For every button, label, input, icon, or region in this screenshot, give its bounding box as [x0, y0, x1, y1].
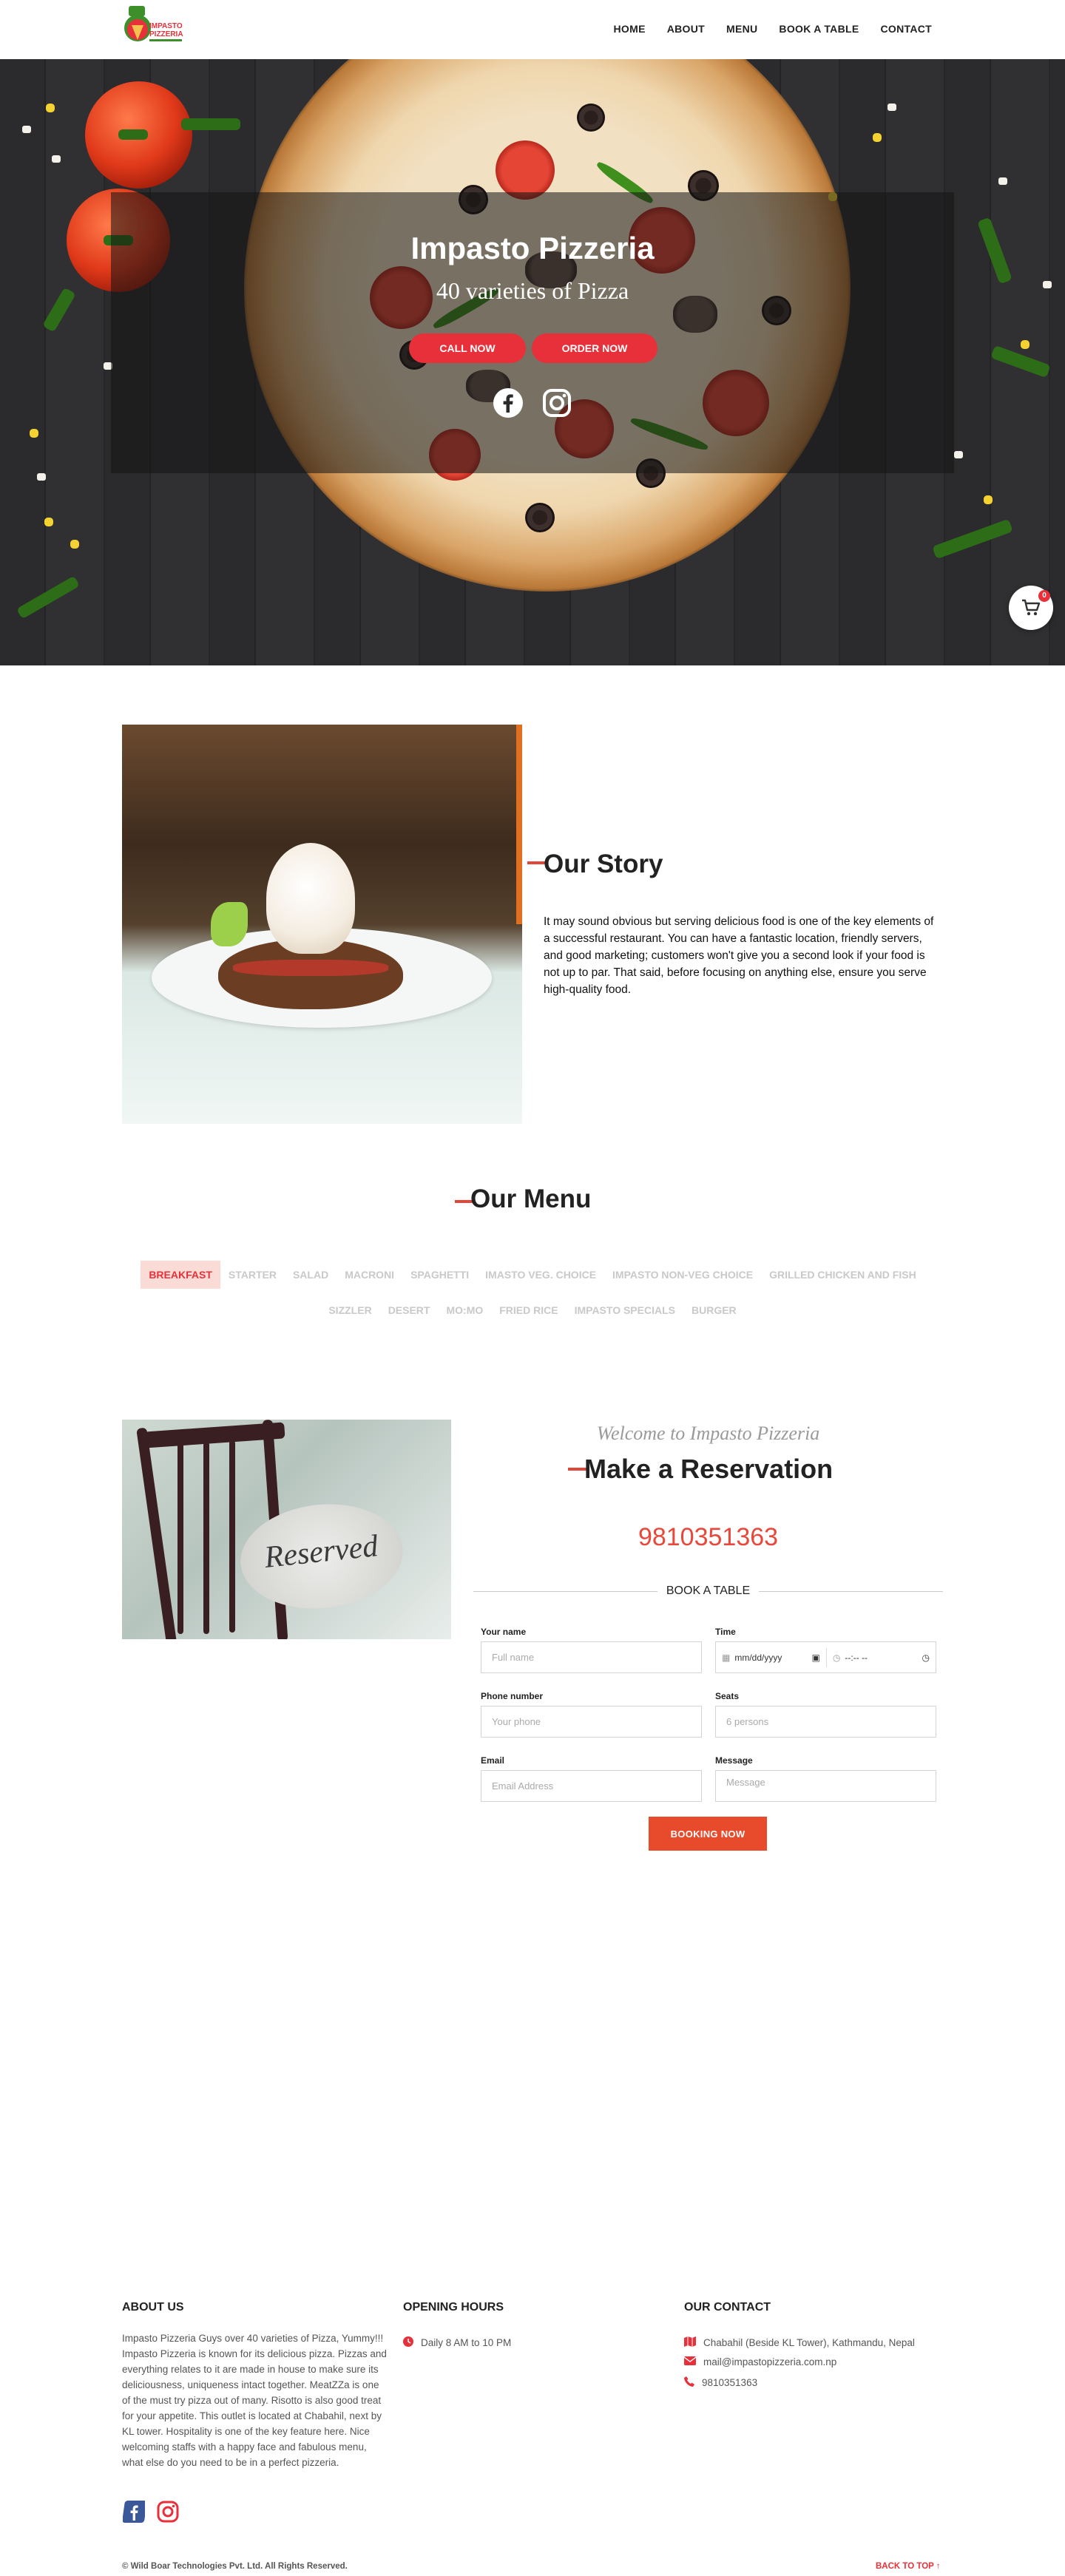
reservation-title: Make a Reservation	[584, 1454, 834, 1484]
email-label: Email	[481, 1755, 505, 1766]
menu-tab-macroni[interactable]: MACRONI	[337, 1261, 402, 1289]
clock-icon: ◷	[832, 1652, 841, 1663]
book-table-heading: BOOK A TABLE	[473, 1584, 943, 1598]
phone-label: Phone number	[481, 1691, 544, 1701]
seats-input[interactable]: 6 persons	[715, 1706, 936, 1738]
svg-text:PIZZERIA: PIZZERIA	[149, 30, 183, 38]
hero-actions: CALL NOW ORDER NOW	[409, 333, 657, 363]
nav-menu[interactable]: MENU	[726, 23, 757, 35]
instagram-icon[interactable]	[541, 387, 572, 418]
envelope-icon	[683, 2356, 697, 2367]
reserved-sign: Reserved	[235, 1496, 408, 1617]
reserved-sign-text: Reserved	[263, 1529, 380, 1575]
menu-tab-burger[interactable]: BURGER	[683, 1296, 745, 1324]
footer-hours-title: OPENING HOURS	[403, 2301, 504, 2314]
clock-icon	[403, 2336, 413, 2349]
footer-about-title: ABOUT US	[122, 2301, 184, 2314]
reservation-phone[interactable]: 9810351363	[473, 1523, 943, 1552]
footer-social-links	[122, 2501, 179, 2526]
menu-tab-salad[interactable]: SALAD	[285, 1261, 337, 1289]
instagram-icon[interactable]	[157, 2501, 179, 2526]
time-label: Time	[715, 1627, 736, 1637]
footer-contact-title: OUR CONTACT	[684, 2301, 771, 2314]
footer-email-link[interactable]: mail@impastopizzeria.com.np	[703, 2356, 836, 2367]
menu-tab-fried-rice[interactable]: FRIED RICE	[491, 1296, 566, 1324]
calendar-icon: ▦	[722, 1652, 731, 1663]
footer-email: mail@impastopizzeria.com.np	[683, 2356, 836, 2367]
main-menu: HOME ABOUT MENU BOOK A TABLE CONTACT	[614, 23, 932, 35]
menu-tab-sizzler[interactable]: SIZZLER	[320, 1296, 379, 1324]
reserved-sign-image: Reserved	[122, 1420, 451, 1639]
call-now-button[interactable]: CALL NOW	[409, 333, 526, 363]
story-title: Our Story	[544, 850, 663, 878]
nav-about[interactable]: ABOUT	[667, 23, 705, 35]
footer-phone: 9810351363	[684, 2376, 757, 2389]
hero-subtitle: 40 varieties of Pizza	[436, 277, 629, 304]
time-input[interactable]: --:-- --	[845, 1653, 922, 1663]
menu-title: Our Menu	[470, 1184, 592, 1213]
menu-tab-starter[interactable]: STARTER	[220, 1261, 285, 1289]
facebook-icon[interactable]	[122, 2501, 147, 2526]
back-to-top-link[interactable]: BACK TO TOP ↑	[876, 2562, 941, 2571]
seats-label: Seats	[715, 1691, 740, 1701]
reservation-welcome: Welcome to Impasto Pizzeria	[596, 1423, 820, 1444]
name-label: Your name	[481, 1627, 527, 1637]
message-textarea[interactable]: Message	[715, 1770, 936, 1802]
footer-copyright: © Wild Boar Technologies Pvt. Ltd. All R…	[122, 2562, 348, 2571]
booking-now-button[interactable]: BOOKING NOW	[649, 1817, 767, 1851]
hero-title: Impasto Pizzeria	[410, 231, 655, 265]
phone-input[interactable]: Your phone	[481, 1706, 702, 1738]
footer-hours: Daily 8 AM to 10 PM	[403, 2336, 511, 2349]
cart-count-badge: 0	[1038, 590, 1050, 602]
time-picker-icon[interactable]: ◷	[922, 1653, 930, 1663]
map-icon	[684, 2336, 696, 2349]
nav-home[interactable]: HOME	[614, 23, 646, 35]
menu-category-tabs: BREAKFAST STARTER SALAD MACRONI SPAGHETT…	[133, 1261, 932, 1324]
top-navbar: IMPASTO PIZZERIA HOME ABOUT MENU BOOK A …	[0, 0, 1065, 59]
calendar-picker-icon[interactable]: ▣	[812, 1653, 820, 1663]
story-text: It may sound obvious but serving delicio…	[544, 915, 934, 996]
footer-hours-text: Daily 8 AM to 10 PM	[421, 2337, 512, 2348]
svg-text:IMPASTO: IMPASTO	[149, 22, 183, 30]
menu-tab-momo[interactable]: MO:MO	[438, 1296, 491, 1324]
datetime-input[interactable]: ▦ mm/dd/yyyy ▣ ◷ --:-- -- ◷	[715, 1641, 936, 1673]
brand-logo[interactable]: IMPASTO PIZZERIA	[123, 6, 194, 52]
footer-about-text: Impasto Pizzeria Guys over 40 varieties …	[122, 2333, 387, 2468]
menu-tab-veg-choice[interactable]: IMASTO VEG. CHOICE	[477, 1261, 604, 1289]
email-input[interactable]: Email Address	[481, 1770, 702, 1802]
menu-tab-desert[interactable]: DESERT	[380, 1296, 439, 1324]
cart-button[interactable]: 0	[1009, 586, 1053, 630]
facebook-icon[interactable]	[493, 387, 524, 418]
order-now-button[interactable]: ORDER NOW	[532, 333, 657, 363]
nav-book-a-table[interactable]: BOOK A TABLE	[779, 23, 859, 35]
footer-address: Chabahil (Beside KL Tower), Kathmandu, N…	[684, 2336, 915, 2349]
menu-tab-breakfast[interactable]: BREAKFAST	[141, 1261, 220, 1289]
message-label: Message	[715, 1755, 753, 1766]
phone-icon	[684, 2376, 694, 2389]
menu-tab-spaghetti[interactable]: SPAGHETTI	[402, 1261, 477, 1289]
book-table-heading-text: BOOK A TABLE	[666, 1584, 751, 1597]
date-input[interactable]: mm/dd/yyyy	[734, 1653, 811, 1663]
footer-phone-link[interactable]: 9810351363	[702, 2377, 757, 2388]
cart-icon	[1021, 599, 1041, 620]
footer-address-text: Chabahil (Beside KL Tower), Kathmandu, N…	[703, 2337, 915, 2348]
hero-social-links	[493, 387, 572, 418]
nav-contact[interactable]: CONTACT	[881, 23, 933, 35]
menu-tab-specials[interactable]: IMPASTO SPECIALS	[567, 1296, 683, 1324]
story-dessert-image	[122, 725, 522, 1124]
menu-tab-non-veg-choice[interactable]: IMPASTO NON-VEG CHOICE	[604, 1261, 761, 1289]
menu-tab-grilled-chicken-fish[interactable]: GRILLED CHICKEN AND FISH	[761, 1261, 924, 1289]
name-input[interactable]: Full name	[481, 1641, 702, 1673]
